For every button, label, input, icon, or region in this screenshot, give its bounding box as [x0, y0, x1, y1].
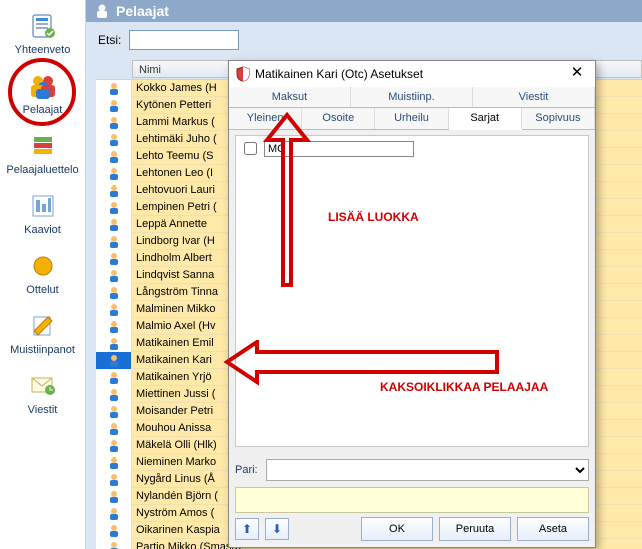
- summary-icon: [27, 10, 59, 42]
- person-icon: [96, 505, 132, 522]
- person-icon: [96, 539, 132, 549]
- person-icon: [96, 318, 132, 335]
- person-icon: [96, 165, 132, 182]
- tab-payments[interactable]: Maksut: [229, 87, 351, 107]
- person-icon: [96, 522, 132, 539]
- sidebar-item-notes[interactable]: Muistiinpanot: [0, 310, 85, 356]
- person-icon: [96, 454, 132, 471]
- matches-icon: [27, 250, 59, 282]
- tabs-top: Maksut Muistiinp. Viestit: [229, 87, 595, 108]
- person-icon: [96, 471, 132, 488]
- pair-row: Pari:: [235, 459, 589, 481]
- person-icon: [96, 216, 132, 233]
- sidebar-item-playerlist[interactable]: Pelaajaluettelo: [0, 130, 85, 176]
- sidebar-item-label: Pelaajat: [0, 104, 85, 116]
- tab-suitability[interactable]: Sopivuus: [522, 108, 595, 129]
- pair-label: Pari:: [235, 464, 258, 476]
- sidebar-item-players[interactable]: Pelaajat: [0, 70, 85, 116]
- class-input[interactable]: [264, 141, 414, 157]
- sidebar-item-label: Muistiinpanot: [0, 344, 85, 356]
- note-box[interactable]: [235, 487, 589, 513]
- sidebar-item-messages[interactable]: Viestit: [0, 370, 85, 416]
- messages-icon: [27, 370, 59, 402]
- move-down-button[interactable]: ⬇: [265, 518, 289, 540]
- panel-title-bar: Pelaajat: [86, 0, 642, 22]
- person-icon: [96, 80, 132, 97]
- person-icon: [96, 488, 132, 505]
- panel-title: Pelaajat: [116, 3, 169, 19]
- sidebar-item-label: Ottelut: [0, 284, 85, 296]
- close-button[interactable]: ✕: [565, 64, 589, 84]
- ok-button[interactable]: OK: [361, 517, 433, 541]
- tab-general[interactable]: Yleinen: [229, 108, 302, 129]
- person-icon: [96, 386, 132, 403]
- person-icon: [96, 114, 132, 131]
- person-icon: [96, 301, 132, 318]
- sidebar: Yhteenveto Pelaajat Pelaajaluettelo Kaav…: [0, 0, 86, 549]
- person-icon: [96, 97, 132, 114]
- sidebar-item-label: Kaaviot: [0, 224, 85, 236]
- sidebar-item-label: Pelaajaluettelo: [0, 164, 85, 176]
- person-icon: [96, 199, 132, 216]
- tab-messages[interactable]: Viestit: [473, 87, 595, 107]
- tabs-bottom: Yleinen Osoite Urheilu Sarjat Sopivuus: [229, 108, 595, 130]
- person-icon: [96, 131, 132, 148]
- person-icon: [96, 420, 132, 437]
- person-icon: [96, 284, 132, 301]
- players-icon: [27, 70, 59, 102]
- notes-icon: [27, 310, 59, 342]
- person-icon: [96, 148, 132, 165]
- person-icon: [96, 233, 132, 250]
- search-label: Etsi:: [98, 33, 121, 47]
- tab-series[interactable]: Sarjat: [449, 108, 522, 130]
- settings-dialog: Matikainen Kari (Otc) Asetukset ✕ Maksut…: [228, 60, 596, 548]
- sidebar-item-charts[interactable]: Kaaviot: [0, 190, 85, 236]
- tab-sport[interactable]: Urheilu: [375, 108, 448, 129]
- tab-notes[interactable]: Muistiinp.: [351, 87, 473, 107]
- person-icon: [96, 369, 132, 386]
- person-icon: [96, 352, 132, 369]
- person-icon: [96, 437, 132, 454]
- move-up-button[interactable]: ⬆: [235, 518, 259, 540]
- person-icon: [96, 335, 132, 352]
- person-icon: [96, 267, 132, 284]
- charts-icon: [27, 190, 59, 222]
- search-row: Etsi:: [86, 22, 642, 58]
- person-icon: [96, 250, 132, 267]
- search-input[interactable]: [129, 30, 239, 50]
- sidebar-item-summary[interactable]: Yhteenveto: [0, 10, 85, 56]
- class-row: [236, 136, 588, 161]
- cancel-button[interactable]: Peruuta: [439, 517, 511, 541]
- dialog-titlebar: Matikainen Kari (Otc) Asetukset ✕: [229, 61, 595, 87]
- person-icon: [96, 403, 132, 420]
- dialog-button-row: ⬆ ⬇ OK Peruuta Aseta: [235, 517, 589, 541]
- pair-select[interactable]: [266, 459, 589, 481]
- playerlist-icon: [27, 130, 59, 162]
- sidebar-item-label: Viestit: [0, 404, 85, 416]
- shield-icon: [235, 66, 251, 82]
- person-icon: [96, 182, 132, 199]
- tab-address[interactable]: Osoite: [302, 108, 375, 129]
- dialog-body: [235, 135, 589, 447]
- person-icon: [94, 3, 110, 19]
- set-button[interactable]: Aseta: [517, 517, 589, 541]
- dialog-title: Matikainen Kari (Otc) Asetukset: [251, 67, 565, 81]
- sidebar-item-label: Yhteenveto: [0, 44, 85, 56]
- sidebar-item-matches[interactable]: Ottelut: [0, 250, 85, 296]
- class-checkbox[interactable]: [244, 142, 257, 155]
